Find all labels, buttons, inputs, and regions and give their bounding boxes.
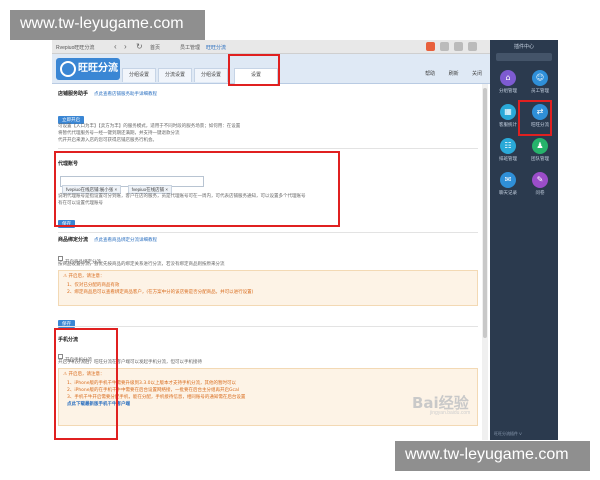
header-actions: 帮助 刷新 关闭 [413, 70, 482, 77]
schedule-icon: ☷ [500, 138, 516, 154]
section-title: 商品绑定分流 [58, 237, 89, 243]
help-button[interactable]: 帮助 [425, 71, 435, 77]
panel-item-team[interactable]: ♟ 团队管理 [525, 138, 555, 170]
panel-item-survey[interactable]: ✎ 问卷 [525, 172, 555, 204]
highlight-phone-section [54, 328, 118, 440]
highlight-settings-tab [228, 54, 280, 86]
highlight-proxy-section [54, 151, 340, 227]
tab-group-settings-2[interactable]: 分组设置 [194, 68, 228, 82]
close-button[interactable]: 关闭 [472, 71, 482, 77]
desc-line: 将暂代代理服务号一经一键到期还满期，并支持一键退款分流 [58, 130, 180, 135]
note-line: 2、绑定商品后可以查看绑定商品客户，(在方案中分的该店要是否分配商品，并可以进行… [67, 290, 254, 295]
panel-item-chatlog[interactable]: ✉ 聊天记录 [493, 172, 523, 204]
survey-icon: ✎ [532, 172, 548, 188]
app-window: Rvepiuo旺旺分流 ‹ › ↻ 首页 员工管理 旺旺分流 旺旺分流 分组设置… [52, 40, 490, 440]
assistant-desc: 可设置【入口为丰】【卖方为丰】的服务模式，适用于不同时段的服务场景；如何用：在设… [58, 122, 240, 143]
close-icon[interactable] [468, 42, 477, 51]
goods-notes-box: ⚠ 开启后，请注意： 1、仅对已分配的商品有效 2、绑定商品后可以查看绑定商品客… [58, 270, 478, 306]
section-shop-assistant: 店铺服务助手 点此查看店铺服务助手详细教程 [58, 90, 157, 97]
panel-version: 旺旺分流插件 V [494, 431, 522, 436]
chart-icon: ▦ [500, 104, 516, 120]
goods-desc: 按商品设置分流，会优先按商品的绑定关系进行分流，若没有绑定商品则按原来分流 [58, 261, 225, 266]
notes-title: ⚠ 开启后，请注意： [63, 372, 105, 377]
note-line: 1、仅对已分配的商品有效 [67, 283, 120, 288]
panel-title: 插件中心 [513, 44, 534, 50]
scrollbar[interactable] [482, 84, 488, 440]
forward-icon[interactable]: › [124, 42, 127, 52]
tab-group-settings[interactable]: 分组设置 [122, 68, 156, 82]
panel-item-schedule[interactable]: ☷ 排班管理 [493, 138, 523, 170]
screenshot-stage: www.tw-leyugame.com Rvepiuo旺旺分流 ‹ › ↻ 首页… [0, 0, 600, 480]
divider [58, 232, 478, 233]
logo-icon [60, 61, 76, 77]
baidu-watermark-url: jingyan.baidu.com [430, 410, 471, 416]
tutorial-link[interactable]: 点此查看商品绑定分流详细教程 [94, 237, 157, 242]
desc-line: 代开开启来源入店的您可获得店铺店服务行机会。 [58, 137, 157, 142]
nav-tab-staff[interactable]: 员工管理 [180, 44, 200, 51]
scrollbar-thumb[interactable] [483, 88, 487, 338]
watermark-bottom: www.tw-leyugame.com [395, 441, 590, 471]
team-icon: ♟ [532, 138, 548, 154]
section-goods-binding: 商品绑定分流 点此查看商品绑定分流详细教程 [58, 236, 157, 243]
refresh-icon[interactable]: ↻ [136, 42, 143, 52]
watermark-top: www.tw-leyugame.com [10, 10, 205, 40]
notes-title: ⚠ 开启后，请注意： [63, 274, 105, 279]
window-title: Rvepiuo旺旺分流 [56, 45, 95, 51]
minimize-icon[interactable] [454, 42, 463, 51]
app-logo: 旺旺分流 [56, 58, 120, 80]
window-controls [426, 42, 486, 51]
section-title: 店铺服务助手 [58, 91, 89, 97]
nav-tab-home[interactable]: 首页 [150, 44, 160, 51]
refresh-button[interactable]: 刷新 [449, 71, 459, 77]
desc-line: 可设置【入口为丰】【卖方为丰】的服务模式，适用于不同时段的服务场景；如何用：在设… [58, 123, 241, 128]
panel-item-groups[interactable]: ⌂ 分组管理 [493, 70, 523, 102]
home-icon: ⌂ [500, 70, 516, 86]
chat-icon: ✉ [500, 172, 516, 188]
note-line: 1、iPhone版的手机千牛需要升级到3.3.0以上版本才支持手机分流，其他的暂… [67, 381, 236, 386]
panel-search-input[interactable] [496, 53, 552, 61]
skin-icon[interactable] [440, 42, 449, 51]
staff-icon: ☺ [532, 70, 548, 86]
highlight-shunt-plugin [518, 100, 552, 136]
panel-item-staff[interactable]: ☺ 员工管理 [525, 70, 555, 102]
tab-shunt-settings[interactable]: 分流设置 [158, 68, 192, 82]
nav-tab-wangwang[interactable]: 旺旺分流 [206, 44, 226, 51]
title-bar: Rvepiuo旺旺分流 ‹ › ↻ 首页 员工管理 旺旺分流 [52, 40, 490, 54]
tutorial-link[interactable]: 点此查看店铺服务助手详细教程 [94, 91, 157, 96]
back-icon[interactable]: ‹ [114, 42, 117, 52]
notify-icon[interactable] [426, 42, 435, 51]
divider [58, 148, 478, 149]
divider [58, 326, 478, 327]
